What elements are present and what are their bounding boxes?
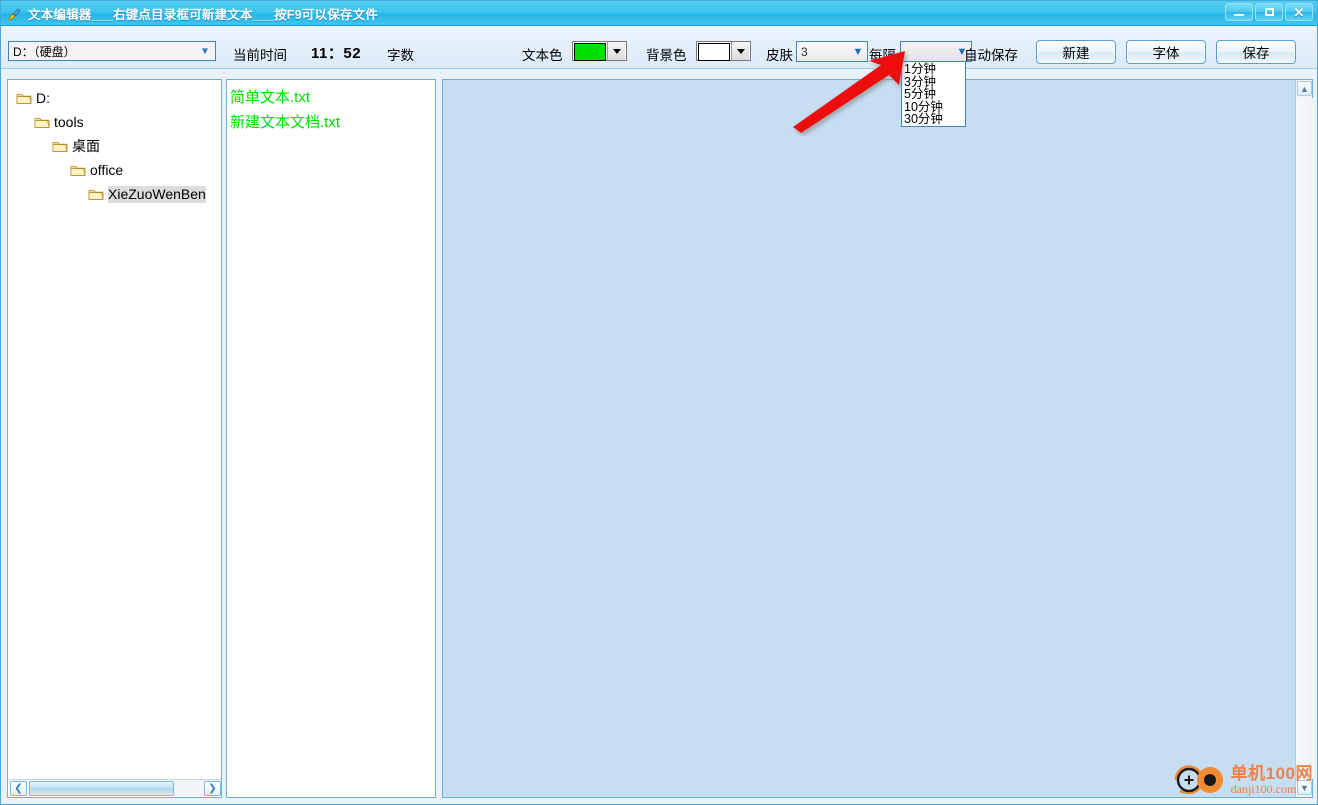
current-time-label: 当前时间 <box>233 48 287 63</box>
folder-icon <box>70 164 86 177</box>
tree-node[interactable]: D: <box>16 86 221 110</box>
folder-icon <box>88 188 104 201</box>
folder-icon <box>34 116 50 129</box>
title-bar: 文本编辑器___右键点目录框可新建文本___按F9可以保存文件 ✕ <box>1 1 1317 26</box>
autosave-label: 自动保存 <box>964 48 1018 63</box>
new-button[interactable]: 新建 <box>1036 40 1116 64</box>
tree-node-label: XieZuoWenBen <box>108 185 206 203</box>
app-window: 文本编辑器___右键点目录框可新建文本___按F9可以保存文件 ✕ D：（硬盘）… <box>0 0 1318 805</box>
scroll-track[interactable] <box>1296 98 1313 779</box>
folder-icon <box>16 92 32 105</box>
triangle-down-icon[interactable] <box>731 42 749 60</box>
text-color-picker[interactable] <box>572 41 627 61</box>
interval-dropdown-list[interactable]: 1分钟 3分钟 5分钟 10分钟 30分钟 <box>901 61 966 127</box>
window-title: 文本编辑器___右键点目录框可新建文本___按F9可以保存文件 <box>28 7 378 22</box>
list-item[interactable]: 新建文本文档.txt <box>229 110 435 135</box>
text-editor-area[interactable]: ▲ ▼ <box>442 79 1313 798</box>
dropdown-option[interactable]: 30分钟 <box>902 113 965 126</box>
skin-select[interactable]: 3 ▼ <box>796 41 868 62</box>
skin-label: 皮肤 <box>766 48 793 63</box>
font-button[interactable]: 字体 <box>1126 40 1206 64</box>
watermark: 单机100网 danji100.com <box>1170 759 1313 801</box>
folder-tree-panel[interactable]: D: tools 桌面 office XieZuoWenBen ❮ ❯ <box>7 79 222 798</box>
chevron-right-icon[interactable]: ❯ <box>204 780 221 796</box>
drive-select-value: D：（硬盘） <box>13 44 76 59</box>
text-color-swatch <box>574 43 606 61</box>
window-controls: ✕ <box>1225 3 1313 21</box>
list-item[interactable]: 简单文本.txt <box>229 85 435 110</box>
dropdown-option[interactable]: 1分钟 <box>902 63 965 76</box>
watermark-url: danji100.com <box>1230 781 1297 796</box>
tree-horizontal-scrollbar[interactable]: ❮ ❯ <box>9 779 221 796</box>
bg-color-swatch <box>698 43 730 61</box>
close-button[interactable]: ✕ <box>1285 3 1313 21</box>
scroll-track[interactable] <box>29 780 202 796</box>
drive-select[interactable]: D：（硬盘） ▼ <box>8 41 216 61</box>
logo-icon <box>1174 765 1223 795</box>
tree-node-label: tools <box>54 114 84 130</box>
bg-color-picker[interactable] <box>696 41 751 61</box>
chevron-down-icon[interactable]: ▼ <box>195 42 215 60</box>
scroll-thumb[interactable] <box>29 780 174 796</box>
tree-node-label: office <box>90 162 124 178</box>
tree-node-selected[interactable]: XieZuoWenBen <box>16 182 221 206</box>
save-button[interactable]: 保存 <box>1216 40 1296 64</box>
dropdown-option[interactable]: 5分钟 <box>902 88 965 101</box>
chevron-left-icon[interactable]: ❮ <box>10 780 27 796</box>
text-color-label: 文本色 <box>522 48 563 63</box>
tree-node[interactable]: tools <box>16 110 221 134</box>
current-time-value: 11：52 <box>311 45 362 62</box>
chevron-down-icon[interactable]: ▼ <box>849 42 867 61</box>
tree-node[interactable]: 桌面 <box>16 134 221 158</box>
word-count-label: 字数 <box>387 48 414 63</box>
chevron-up-icon[interactable]: ▲ <box>1297 81 1312 96</box>
watermark-title: 单机100网 <box>1230 763 1313 783</box>
tree-node-label: 桌面 <box>72 138 100 154</box>
bg-color-label: 背景色 <box>646 48 687 63</box>
interval-select[interactable]: ▼ <box>900 41 972 62</box>
tree-node-label: D: <box>36 90 50 106</box>
skin-select-value: 3 <box>801 44 808 59</box>
folder-icon <box>52 140 68 153</box>
triangle-down-icon[interactable] <box>607 42 625 60</box>
editor-vertical-scrollbar[interactable]: ▲ ▼ <box>1295 80 1313 797</box>
file-list-panel[interactable]: 简单文本.txt 新建文本文档.txt <box>226 79 436 798</box>
interval-label: 每隔 <box>869 48 896 63</box>
maximize-button[interactable] <box>1255 3 1283 21</box>
minimize-button[interactable] <box>1225 3 1253 21</box>
tree-node[interactable]: office <box>16 158 221 182</box>
brush-icon <box>5 4 23 22</box>
